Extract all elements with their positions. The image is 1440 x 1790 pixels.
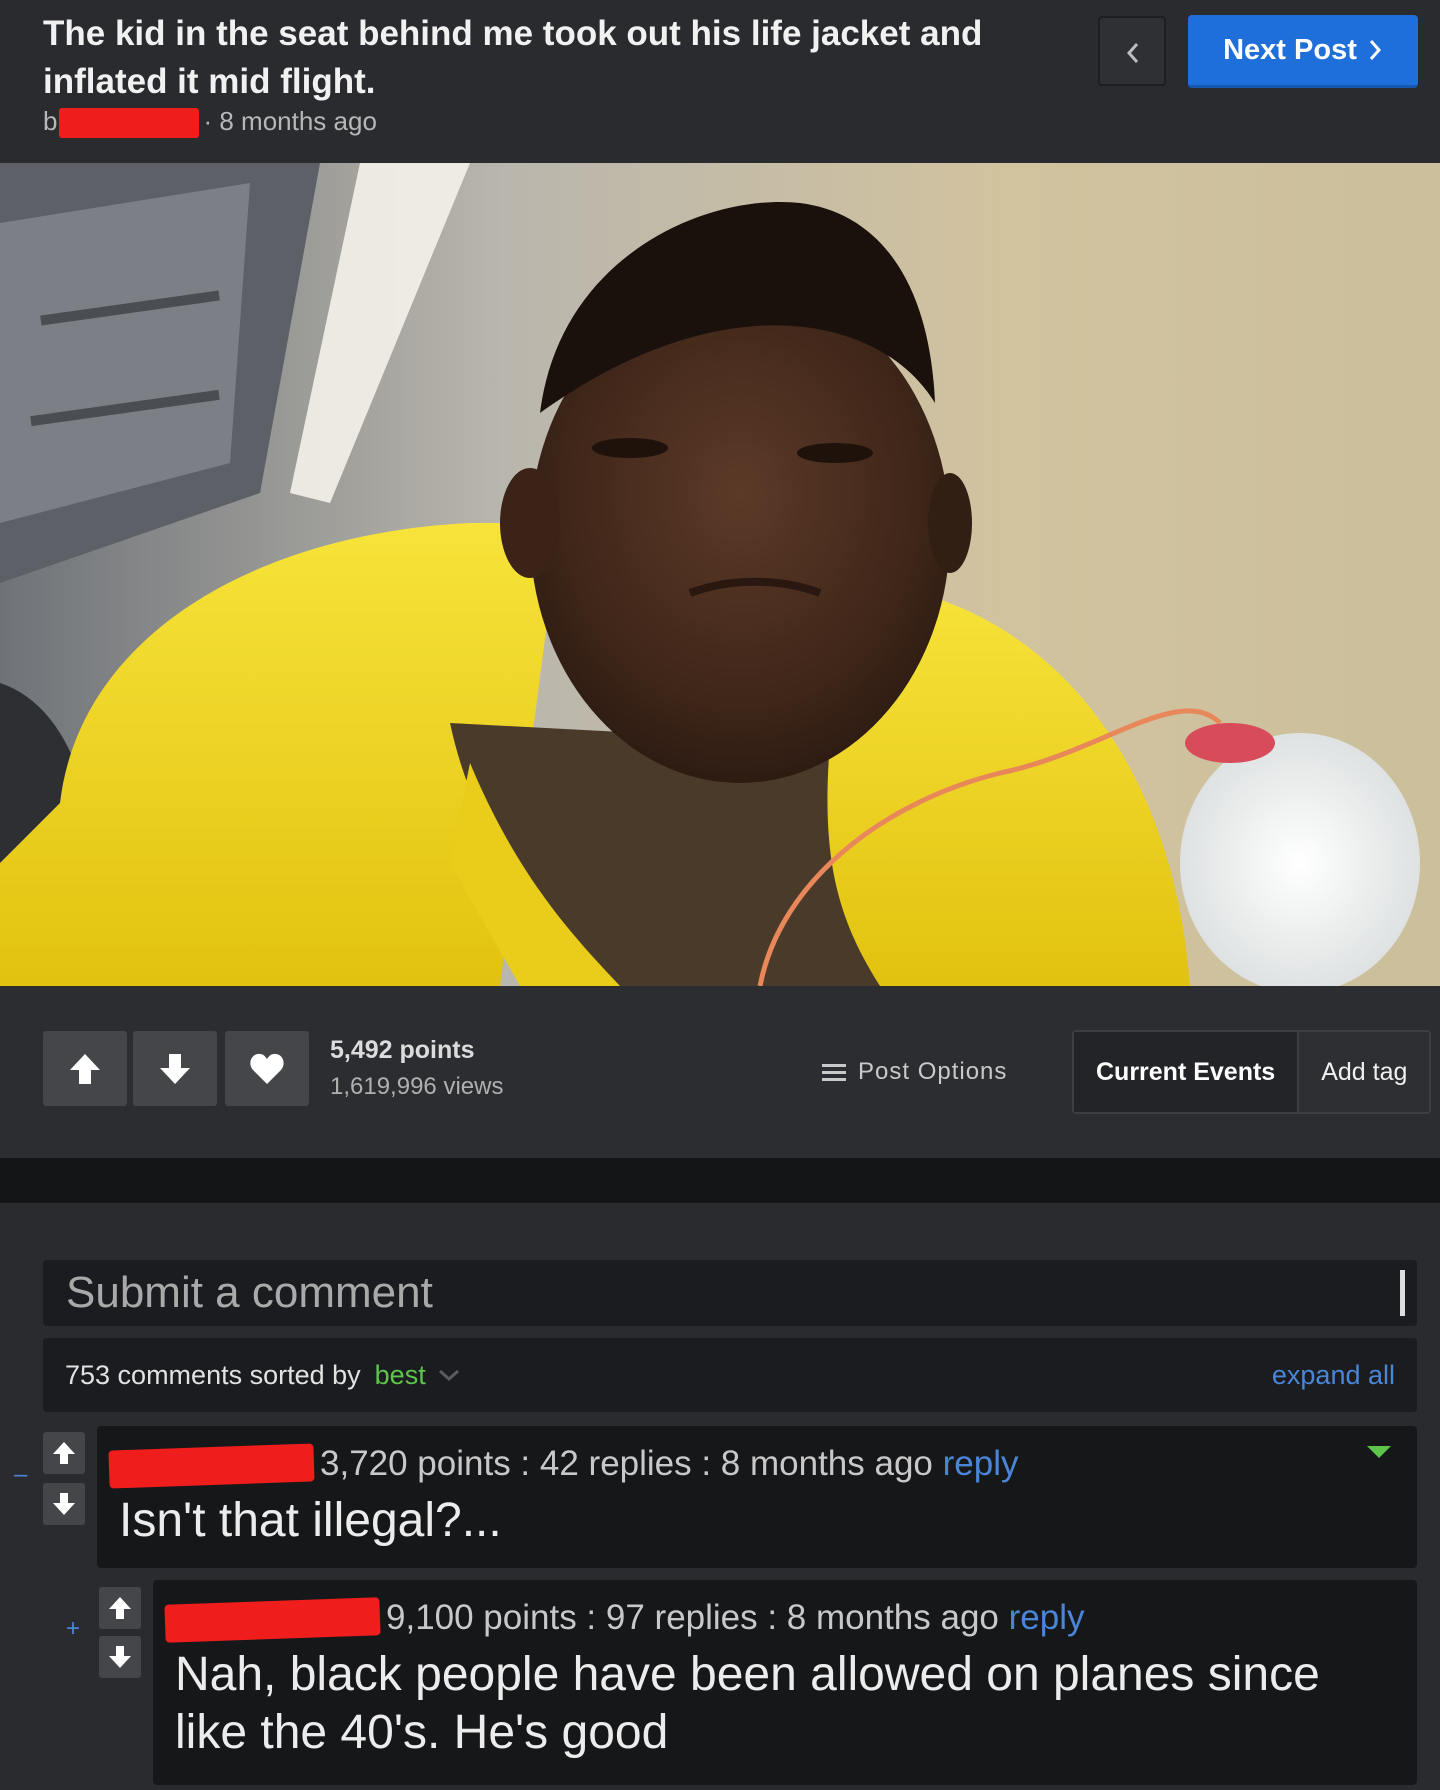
comment-upvote-button[interactable] bbox=[99, 1587, 141, 1629]
chevron-right-icon bbox=[1369, 40, 1381, 60]
comment: 3,720 points : 42 replies : 8 months ago… bbox=[97, 1426, 1417, 1568]
post-points: 5,492 points bbox=[330, 1036, 475, 1064]
post-stats: 5,492 points 1,619,996 views bbox=[330, 1036, 503, 1101]
comments-count: 753 comments sorted by bbox=[65, 1359, 361, 1390]
redacted-username bbox=[108, 1443, 315, 1489]
comment-input[interactable]: Submit a comment bbox=[43, 1260, 1417, 1326]
comments-sort-bar: 753 comments sorted by best expand all bbox=[43, 1338, 1417, 1412]
comment-downvote-button[interactable] bbox=[43, 1483, 85, 1525]
post-header: The kid in the seat behind me took out h… bbox=[0, 0, 1440, 163]
previous-post-button[interactable] bbox=[1098, 16, 1166, 86]
reply-link[interactable]: reply bbox=[1009, 1598, 1085, 1637]
post-photo bbox=[0, 163, 1440, 986]
post-action-bar: 5,492 points 1,619,996 views Post Option… bbox=[0, 986, 1440, 1158]
byline: b · 8 months ago bbox=[43, 106, 377, 139]
post-title: The kid in the seat behind me took out h… bbox=[43, 14, 983, 101]
upvote-icon bbox=[109, 1597, 131, 1619]
comment-meta: 3,720 points : 42 replies : 8 months ago… bbox=[108, 1443, 1019, 1489]
comment-meta: 9,100 points : 97 replies : 8 months ago… bbox=[164, 1597, 1085, 1643]
redacted-username bbox=[164, 1597, 381, 1643]
upvote-icon bbox=[53, 1442, 75, 1464]
downvote-icon bbox=[160, 1053, 190, 1084]
post-options-label: Post Options bbox=[858, 1058, 1008, 1085]
reply-link[interactable]: reply bbox=[943, 1444, 1019, 1483]
text-cursor bbox=[1400, 1270, 1405, 1316]
section-divider bbox=[0, 1158, 1440, 1203]
add-tag-button[interactable]: Add tag bbox=[1299, 1032, 1430, 1112]
collapse-toggle[interactable]: – bbox=[14, 1461, 27, 1489]
favorite-button[interactable] bbox=[225, 1031, 309, 1106]
collapse-caret-icon[interactable] bbox=[1367, 1446, 1391, 1460]
comments-section: Submit a comment 753 comments sorted by … bbox=[0, 1203, 1440, 1790]
comment-upvote-button[interactable] bbox=[43, 1432, 85, 1474]
post-time: · 8 months ago bbox=[203, 106, 377, 136]
comment-stats: 3,720 points : 42 replies : 8 months ago bbox=[320, 1444, 933, 1483]
chevron-left-icon bbox=[1126, 43, 1139, 63]
expand-all-link[interactable]: expand all bbox=[1272, 1360, 1395, 1391]
expand-toggle[interactable]: + bbox=[66, 1615, 80, 1643]
tag-group: Current Events Add tag bbox=[1072, 1030, 1432, 1114]
comment-text: Nah, black people have been allowed on p… bbox=[175, 1648, 1320, 1759]
downvote-button[interactable] bbox=[133, 1031, 217, 1106]
upvote-icon bbox=[70, 1053, 100, 1084]
heart-icon bbox=[250, 1053, 284, 1084]
sort-select[interactable]: best bbox=[375, 1360, 426, 1391]
tag-current-events[interactable]: Current Events bbox=[1074, 1032, 1300, 1112]
upvote-button[interactable] bbox=[43, 1031, 127, 1106]
post-views: 1,619,996 views bbox=[330, 1073, 504, 1100]
redacted-username bbox=[59, 108, 200, 139]
post-image[interactable] bbox=[0, 163, 1440, 986]
comment-text: Isn't that illegal?... bbox=[119, 1494, 502, 1547]
comment-input-placeholder: Submit a comment bbox=[66, 1268, 433, 1317]
downvote-icon bbox=[109, 1646, 131, 1668]
chevron-down-icon[interactable] bbox=[438, 1368, 460, 1382]
comment-downvote-button[interactable] bbox=[99, 1636, 141, 1678]
post-options-button[interactable]: Post Options bbox=[822, 1058, 1007, 1086]
next-post-button[interactable]: Next Post bbox=[1188, 15, 1418, 88]
byline-prefix: b bbox=[43, 106, 58, 136]
menu-icon bbox=[822, 1064, 846, 1081]
downvote-icon bbox=[53, 1493, 75, 1515]
comment-reply: 9,100 points : 97 replies : 8 months ago… bbox=[153, 1580, 1417, 1785]
next-post-label: Next Post bbox=[1223, 33, 1357, 66]
comment-stats: 9,100 points : 97 replies : 8 months ago bbox=[386, 1598, 999, 1637]
